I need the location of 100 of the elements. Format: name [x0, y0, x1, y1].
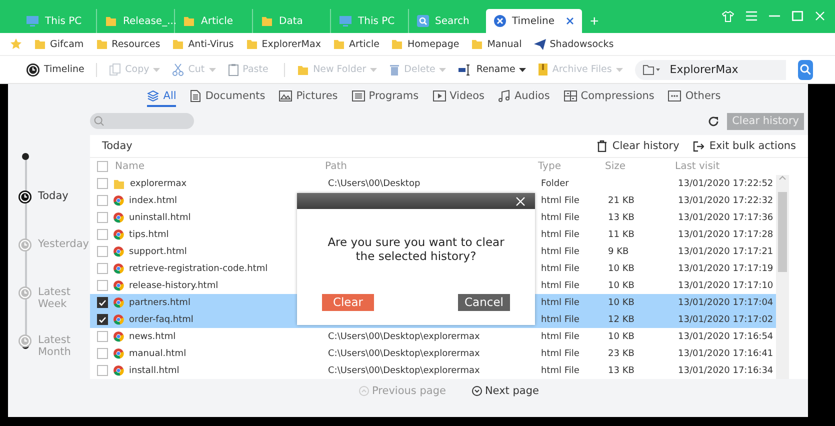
file-name[interactable]: release-history.html: [129, 280, 218, 290]
size-cell: 13 KB: [608, 212, 634, 222]
date-cell: 13/01/2020 17:17:10: [678, 280, 774, 290]
checkbox[interactable]: [97, 280, 108, 291]
list-action[interactable]: Clear history: [597, 140, 680, 152]
folder-icon: [471, 38, 484, 50]
file-name[interactable]: support.html: [129, 246, 187, 256]
dialog-message: Are you sure you want to clear the selected history?: [327, 235, 505, 264]
caret-icon: [153, 68, 160, 72]
scroll-up-icon[interactable]: [779, 175, 786, 180]
file-name[interactable]: uninstall.html: [129, 212, 191, 222]
bookmark[interactable]: Anti-Virus: [172, 38, 234, 50]
checkbox[interactable]: [97, 195, 108, 206]
checkbox[interactable]: [97, 229, 108, 240]
type-cell: html File: [541, 264, 580, 274]
category-tab[interactable]: All: [147, 90, 176, 107]
file-name[interactable]: tips.html: [129, 230, 169, 240]
date-cell: 13/01/2020 17:17:28: [678, 230, 774, 240]
category-tab[interactable]: Programs: [352, 90, 419, 107]
scrollbar[interactable]: [776, 175, 789, 379]
caret-icon: [439, 68, 446, 72]
checkbox[interactable]: [97, 314, 108, 325]
file-name[interactable]: retrieve-registration-code.html: [129, 264, 268, 274]
checkbox[interactable]: [97, 297, 108, 308]
address-bar[interactable]: ExplorerMax: [634, 60, 786, 80]
shirt-icon[interactable]: [722, 11, 734, 22]
star-icon[interactable]: [10, 38, 22, 50]
bookmark[interactable]: Manual: [471, 38, 522, 50]
checkbox[interactable]: [97, 331, 108, 342]
search-icon: [94, 116, 104, 126]
checkbox[interactable]: [97, 246, 108, 257]
bookmark[interactable]: Resources: [96, 38, 160, 50]
category-tab[interactable]: Others: [668, 90, 721, 107]
size-cell: 10 KB: [608, 264, 634, 274]
bookmark[interactable]: Homepage: [391, 38, 460, 50]
timeline-button[interactable]: Timeline: [26, 62, 84, 76]
search-field[interactable]: [90, 113, 194, 129]
type-cell: html File: [541, 246, 580, 256]
list-action[interactable]: Exit bulk actions: [693, 140, 796, 152]
checkbox[interactable]: [97, 348, 108, 359]
browser-file-icon: [113, 229, 124, 240]
category-tab[interactable]: Pictures: [279, 90, 338, 107]
date-cell: 13/01/2020 17:22:52: [678, 178, 774, 188]
scrollbar-thumb[interactable]: [778, 192, 787, 272]
caret-icon: [208, 68, 216, 72]
checkbox[interactable]: [97, 178, 108, 189]
menu-icon[interactable]: [746, 11, 757, 21]
text-cursor-icon: [458, 64, 472, 76]
path-cell: C:\Users\00\Desktop\explorermax: [328, 332, 480, 342]
refresh-icon[interactable]: [708, 116, 720, 126]
file-name[interactable]: manual.html: [129, 348, 186, 358]
tab[interactable]: Timeline: [486, 9, 582, 33]
monitor-icon: [26, 15, 39, 27]
path-cell: C:\Users\00\Desktop\explorermax: [328, 348, 480, 358]
dialog-button[interactable]: Cancel: [458, 294, 510, 311]
file-name[interactable]: partners.html: [129, 298, 190, 308]
timeline-item[interactable]: Today: [18, 190, 90, 204]
type-cell: html File: [541, 298, 580, 308]
file-name[interactable]: news.html: [129, 332, 176, 342]
bookmark[interactable]: ExplorerMax: [246, 38, 321, 50]
close-icon[interactable]: [566, 17, 574, 25]
size-cell: 13 KB: [608, 366, 634, 376]
type-cell: html File: [541, 332, 580, 342]
clock-icon: [18, 190, 32, 204]
size-cell: 23 KB: [608, 348, 634, 358]
archive-icon: [538, 63, 548, 76]
maximize-icon[interactable]: [792, 11, 803, 21]
trash-icon: [389, 63, 400, 76]
category-tab[interactable]: Videos: [432, 90, 484, 107]
category-tab[interactable]: Audios: [498, 90, 550, 107]
more-icon: [668, 90, 682, 102]
category-tab[interactable]: Documents: [190, 90, 266, 107]
bookmark[interactable]: Gifcam: [34, 38, 84, 50]
bookmark[interactable]: Article: [332, 38, 380, 50]
page-button[interactable]: Next page: [466, 384, 545, 398]
search-icon: [417, 15, 429, 27]
checkbox[interactable]: [97, 365, 108, 376]
file-name[interactable]: install.html: [129, 366, 180, 376]
file-name[interactable]: order-faq.html: [129, 314, 194, 324]
browser-file-icon: [113, 348, 124, 359]
checkbox[interactable]: [97, 263, 108, 274]
checkbox[interactable]: [97, 161, 108, 172]
path-cell: C:\Users\00\Desktop\explorermax: [328, 366, 480, 376]
size-cell: 10 KB: [608, 332, 634, 342]
caret-icon: [616, 68, 623, 72]
bookmark[interactable]: Shadowsocks: [534, 38, 614, 50]
browser-file-icon: [113, 246, 124, 257]
folder-icon: [96, 38, 108, 50]
date-cell: 13/01/2020 17:16:54: [678, 332, 774, 342]
layers-icon: [147, 90, 160, 102]
category-tab[interactable]: Compressions: [564, 90, 654, 107]
search-button[interactable]: [798, 60, 813, 80]
folder-outline-icon: [642, 64, 660, 75]
file-name[interactable]: explorermax: [130, 178, 187, 188]
checkbox[interactable]: [97, 212, 108, 223]
file-name[interactable]: index.html: [129, 196, 177, 206]
toolbar-button[interactable]: Rename: [458, 64, 526, 76]
clock-icon: [18, 286, 32, 300]
size-cell: 21 KB: [608, 196, 634, 206]
type-cell: html File: [541, 280, 580, 290]
